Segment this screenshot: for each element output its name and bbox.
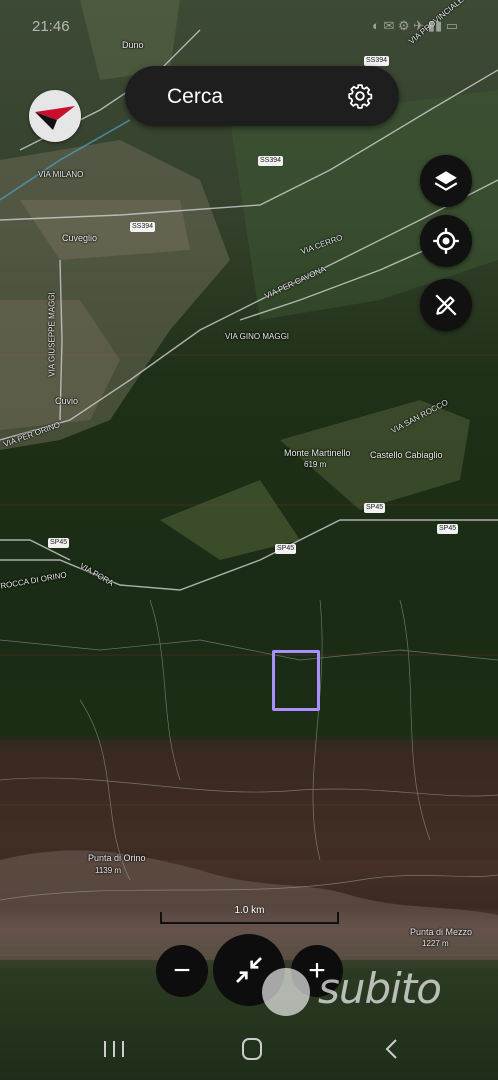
home-icon[interactable] [237,1036,267,1062]
map-label: VIA GIUSEPPE MAGGI [47,292,57,377]
road-shield: SP45 [437,524,459,534]
road-shield: SS394 [130,222,156,232]
watermark: subito [262,964,472,1018]
layers-icon [434,171,458,191]
search-label: Cerca [167,85,224,108]
road-shield: SP45 [364,503,386,513]
back-icon[interactable] [377,1036,407,1062]
scale-bar: 1.0 km [160,905,339,926]
road-shield: SS394 [258,156,284,166]
map-label: Cuvio [55,396,79,406]
subito-logo [262,968,310,1016]
selection-box[interactable] [272,650,320,711]
map-label: VIA GINO MAGGI [225,332,290,341]
tools-button[interactable] [420,279,472,331]
zoom-out-button[interactable]: − [156,945,208,997]
road-shield: SS394 [364,56,390,66]
recent-apps-icon[interactable] [99,1036,129,1062]
crosshair-icon [433,228,459,254]
status-time: 21:46 [32,18,70,35]
map-label: VIA MILANO [38,170,84,179]
navigation-bar [0,1020,498,1080]
map-label: 1227 m [422,939,449,948]
collapse-arrows-icon [236,957,262,983]
map-label: 1139 m [95,866,122,875]
scale-label: 1.0 km [234,905,265,916]
map-label: Monte Martinello [284,448,351,458]
layers-button[interactable] [420,155,472,207]
status-bar: 21:46 ◐ ✉ ⚙ ✈ ▮▮ ▭ [0,14,498,40]
compass-button[interactable] [29,90,81,142]
map-label: Punta di Orino [88,853,146,863]
edit-off-icon [435,294,457,316]
map-label: Duno [122,40,144,50]
map-label: 619 m [304,460,327,469]
road-shield: SP45 [48,538,70,548]
gear-icon[interactable] [347,83,373,109]
search-bar[interactable]: Cerca [125,66,399,126]
locate-button[interactable] [420,215,472,267]
map-label: Cuveglio [62,233,98,243]
watermark-text: subito [318,964,442,1013]
compass-icon [35,106,75,130]
status-icons: ◐ ✉ ⚙ ✈ ▮▮ ▭ [372,18,458,33]
road-shield: SP45 [275,544,297,554]
map-label: Castello Cabiaglio [370,450,443,460]
map-label: Punta di Mezzo [410,927,473,937]
